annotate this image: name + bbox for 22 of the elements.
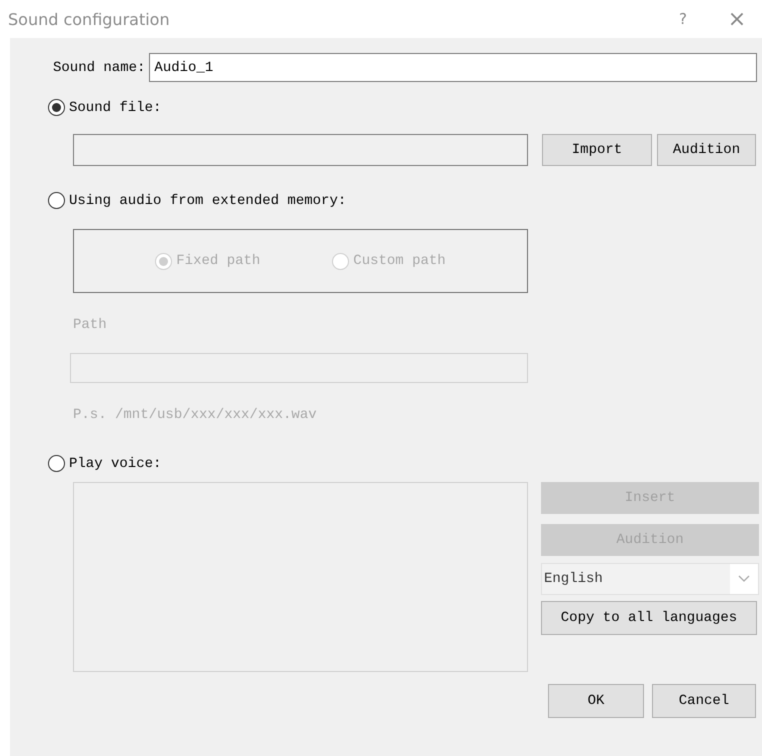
help-button[interactable]: ? <box>666 10 700 28</box>
cancel-button[interactable]: Cancel <box>652 684 756 718</box>
radio-button[interactable] <box>48 192 65 209</box>
play-voice-option[interactable]: Play voice: <box>48 455 162 472</box>
path-label: Path <box>73 317 107 333</box>
path-field[interactable] <box>70 353 528 383</box>
audition-button[interactable]: Audition <box>657 134 756 166</box>
field-label: Sound name: <box>53 60 146 76</box>
radio-button[interactable] <box>48 455 65 472</box>
language-select[interactable]: English <box>541 563 759 595</box>
window-title: Sound configuration <box>8 10 171 28</box>
close-button[interactable]: × <box>720 6 754 32</box>
import-button[interactable]: Import <box>542 134 652 166</box>
file-path-field[interactable] <box>73 134 528 166</box>
chevron-down-icon <box>738 575 750 583</box>
copy-languages-button[interactable]: Copy to all languages <box>541 601 757 635</box>
path-hint: P.s. /mnt/usb/xxx/xxx/xxx.wav <box>73 407 317 423</box>
sound-file-option[interactable]: Sound file: <box>48 99 162 116</box>
radio-button[interactable] <box>48 99 65 116</box>
sound-name-field[interactable]: Audio_1 <box>149 53 757 82</box>
extended-memory-option[interactable]: Using audio from extended memory: <box>48 192 346 209</box>
ok-button[interactable]: OK <box>548 684 644 718</box>
